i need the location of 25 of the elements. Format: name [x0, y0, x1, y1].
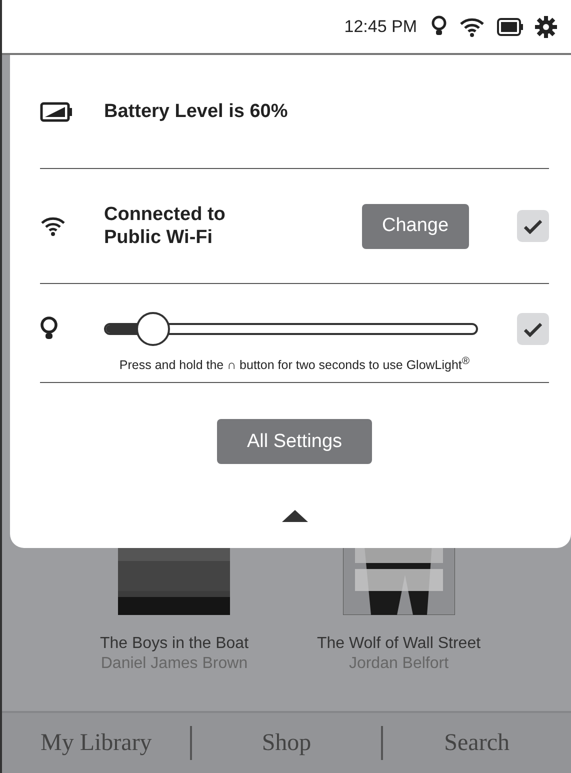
checkbox[interactable] — [517, 313, 549, 345]
light-bulb-icon — [40, 316, 58, 342]
settings-icon[interactable] — [535, 16, 557, 38]
wifi-icon — [40, 215, 66, 237]
nav-tab[interactable]: Search — [380, 726, 571, 760]
checkbox[interactable] — [517, 210, 549, 242]
book-author: Jordan Belfort — [348, 655, 449, 673]
wifi-status-text: Connected to Public Wi-Fi — [104, 203, 226, 249]
slider-thumb[interactable] — [136, 312, 170, 346]
battery-icon — [40, 102, 72, 122]
glowlight-hint-text: Press and hold the ∩ button for two seconds to use GlowLight$^{®}$ — [118, 356, 471, 372]
clock-time: 12:45 PM — [344, 16, 417, 36]
book-author: Daniel James Brown — [100, 655, 248, 673]
all-settings-button[interactable]: All Settings — [216, 419, 372, 464]
checkmark-icon — [524, 322, 542, 336]
book-title[interactable]: The Boys in the Boat — [100, 635, 249, 653]
nav-tab[interactable]: My Library — [2, 726, 190, 760]
book-title[interactable]: The Wolf of Wall Street — [316, 635, 481, 653]
collapse-arrow-icon[interactable] — [282, 510, 308, 522]
battery-level-text: Battery Level is 60% — [104, 100, 288, 122]
wifi-icon — [459, 16, 485, 38]
checkmark-icon — [524, 218, 542, 234]
change-button[interactable]: Change — [362, 204, 469, 248]
battery-icon — [497, 18, 523, 36]
nav-tab[interactable]: Shop — [190, 726, 381, 760]
